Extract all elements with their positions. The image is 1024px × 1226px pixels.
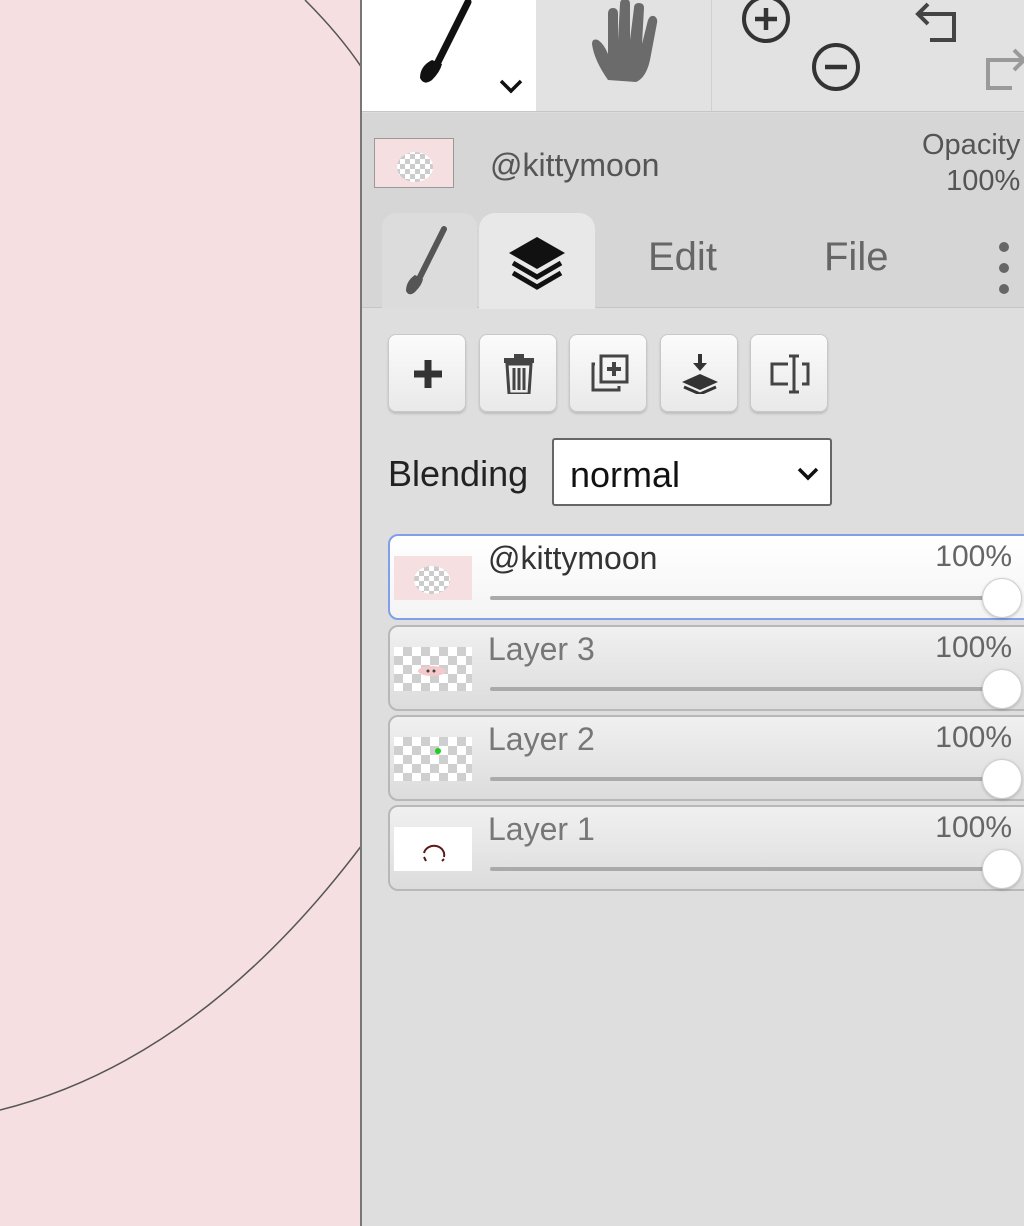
trash-icon [504, 354, 534, 394]
tab-file[interactable]: File [824, 235, 888, 280]
brush-tool-button[interactable] [362, 0, 536, 111]
redo-icon[interactable] [982, 44, 1024, 94]
duplicate-layer-button[interactable] [569, 334, 647, 412]
opacity-label: Opacity [922, 129, 1021, 161]
opacity-value: 100% [946, 165, 1021, 197]
layer-opacity-slider[interactable] [490, 596, 1000, 600]
more-vertical-icon[interactable] [990, 235, 1020, 305]
opacity-readout: Opacity 100% [922, 127, 1020, 199]
rename-icon [770, 354, 810, 394]
current-layer-thumbnail [374, 138, 454, 188]
layer-opacity-slider[interactable] [490, 867, 1000, 871]
layer-name[interactable]: Layer 3 [488, 631, 595, 668]
layer-opacity-slider-handle[interactable] [982, 759, 1022, 799]
layer-opacity-value: 100% [935, 631, 1012, 664]
tab-edit[interactable]: Edit [648, 235, 717, 280]
top-toolbar [362, 0, 1024, 112]
chevron-down-icon[interactable] [498, 76, 524, 96]
layer-thumbnail [394, 737, 472, 781]
layer-row[interactable]: Layer 2 100% [388, 715, 1024, 801]
layer-thumbnail [394, 647, 472, 691]
layer-name[interactable]: Layer 1 [488, 811, 595, 848]
layer-opacity-slider-handle[interactable] [982, 669, 1022, 709]
side-panel: @kittymoon Opacity 100% Edit File Blendi… [362, 0, 1024, 1226]
layer-opacity-slider[interactable] [490, 777, 1000, 781]
layer-row[interactable]: @kittymoon 100% [388, 534, 1024, 620]
tab-brush[interactable] [382, 213, 477, 308]
current-layer-preview: @kittymoon Opacity 100% [362, 113, 1024, 213]
layer-opacity-value: 100% [935, 721, 1012, 754]
layer-opacity-slider[interactable] [490, 687, 1000, 691]
zoom-in-icon[interactable] [739, 0, 793, 44]
merge-down-icon [682, 354, 718, 394]
blending-label: Blending [388, 453, 529, 494]
hand-icon [592, 0, 658, 82]
hand-tool-button[interactable] [536, 0, 712, 111]
merge-down-button[interactable] [660, 334, 738, 412]
layer-opacity-slider-handle[interactable] [982, 578, 1022, 618]
panel-tabs: Edit File [362, 213, 1024, 309]
layer-name[interactable]: Layer 2 [488, 721, 595, 758]
layers-icon [509, 237, 565, 290]
layer-row[interactable]: Layer 3 100% [388, 625, 1024, 711]
plus-icon [414, 360, 442, 388]
layer-opacity-value: 100% [935, 811, 1012, 844]
brush-icon [420, 0, 472, 83]
zoom-out-icon[interactable] [809, 40, 863, 94]
history-tools [892, 0, 1024, 111]
canvas-circle-stroke [0, 0, 362, 1111]
layer-thumbnail [394, 827, 472, 871]
layers-panel: Blending normal @kittymoon 100% Layer 3 … [362, 309, 1024, 1226]
layer-row[interactable]: Layer 1 100% [388, 805, 1024, 891]
duplicate-icon [591, 354, 629, 392]
layer-opacity-slider-handle[interactable] [982, 849, 1022, 889]
blending-mode-select[interactable]: normal [552, 438, 832, 506]
brush-icon [406, 226, 447, 295]
blending-mode-value: normal [570, 454, 681, 495]
layer-opacity-value: 100% [935, 540, 1012, 573]
drawing-canvas[interactable] [0, 0, 362, 1226]
undo-icon[interactable] [914, 0, 966, 46]
add-layer-button[interactable] [388, 334, 466, 412]
layer-thumbnail [394, 556, 472, 600]
current-layer-name: @kittymoon [490, 147, 660, 183]
tab-layers[interactable] [479, 213, 595, 309]
chevron-down-icon [797, 467, 819, 481]
delete-layer-button[interactable] [479, 334, 557, 412]
zoom-tools [713, 0, 873, 111]
layer-name[interactable]: @kittymoon [488, 540, 657, 577]
rename-layer-button[interactable] [750, 334, 828, 412]
